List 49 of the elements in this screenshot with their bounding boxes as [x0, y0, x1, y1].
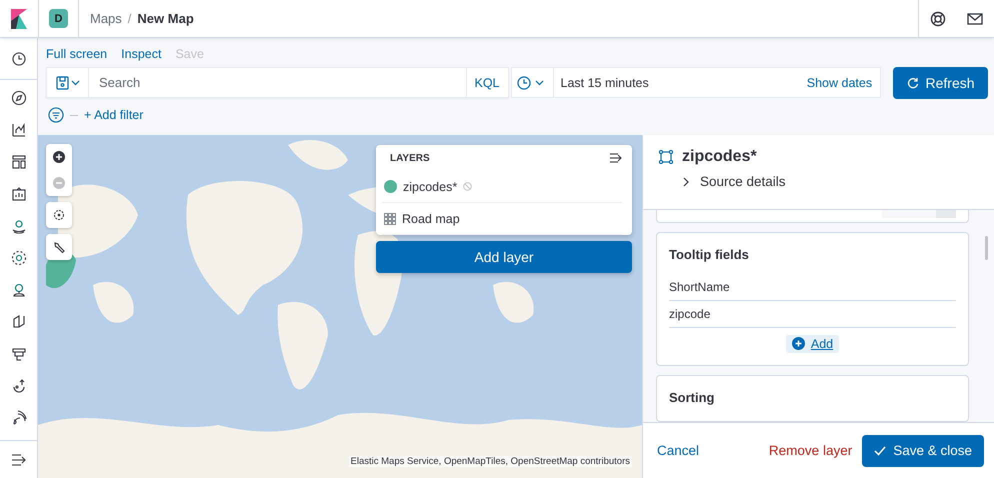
target-icon [53, 209, 65, 221]
add-field-button[interactable]: Add [786, 334, 840, 353]
expand-menu-icon[interactable] [12, 454, 26, 466]
top-nav-link[interactable]: Inspect [121, 47, 162, 61]
chevron-icon [681, 176, 691, 186]
card-title: Sorting [669, 390, 716, 405]
tooltip-field: zipcode [669, 300, 956, 328]
check-icon [874, 446, 886, 456]
breadcrumb-separator: / [128, 11, 132, 26]
tooltip-field: ShortName [669, 274, 956, 301]
layer-row[interactable]: zipcodes* [382, 171, 622, 203]
space-avatar[interactable]: D [49, 9, 68, 28]
save-and-close-button[interactable]: Save & close [862, 434, 984, 466]
clock-icon[interactable] [10, 50, 26, 66]
number-field[interactable] [882, 210, 956, 218]
layer-title: zipcodes* [682, 148, 757, 166]
polygon-icon [659, 150, 673, 164]
top-nav-link[interactable]: Full screen [46, 47, 108, 61]
dashboard-icon[interactable] [10, 154, 26, 170]
breadcrumb[interactable]: New Map [137, 11, 194, 26]
source-details-toggle[interactable]: Source details [681, 174, 786, 189]
plus-icon [792, 337, 805, 350]
no-data-icon [463, 182, 472, 191]
cancel-link[interactable]: Cancel [657, 443, 700, 458]
chart-icon[interactable] [10, 122, 26, 138]
canvas-icon[interactable] [10, 186, 26, 202]
map-attribution: Elastic Maps Service, OpenMapTiles, OpenStreetMap contributors [348, 456, 632, 467]
wrench-icon [52, 240, 66, 254]
filter-icon[interactable] [48, 107, 64, 123]
logo-icon[interactable] [11, 8, 27, 28]
mail-icon[interactable] [967, 12, 983, 24]
remove-layer-button[interactable]: Remove layer [768, 443, 852, 458]
grid-icon [384, 212, 396, 224]
layer-row[interactable]: Road map [382, 203, 622, 235]
time-range[interactable]: Last 15 minutes [554, 76, 807, 90]
plus-icon [53, 151, 65, 163]
refresh-button[interactable]: Refresh [893, 66, 988, 98]
collapse-icon[interactable] [610, 153, 622, 163]
breadcrumb[interactable]: Maps [90, 11, 122, 26]
compass-icon[interactable] [10, 90, 26, 106]
layers-title: LAYERS [390, 152, 430, 164]
help-icon[interactable] [930, 10, 946, 26]
card-title: Tooltip fields [669, 246, 750, 262]
add-layer-button[interactable]: Add layer [376, 241, 632, 273]
add-filter-link[interactable]: + Add filter [84, 108, 144, 122]
layer-dot-icon [384, 180, 397, 193]
refresh-icon [906, 76, 919, 88]
minus-icon [53, 177, 65, 189]
show-dates-link[interactable]: Show dates [806, 76, 880, 90]
